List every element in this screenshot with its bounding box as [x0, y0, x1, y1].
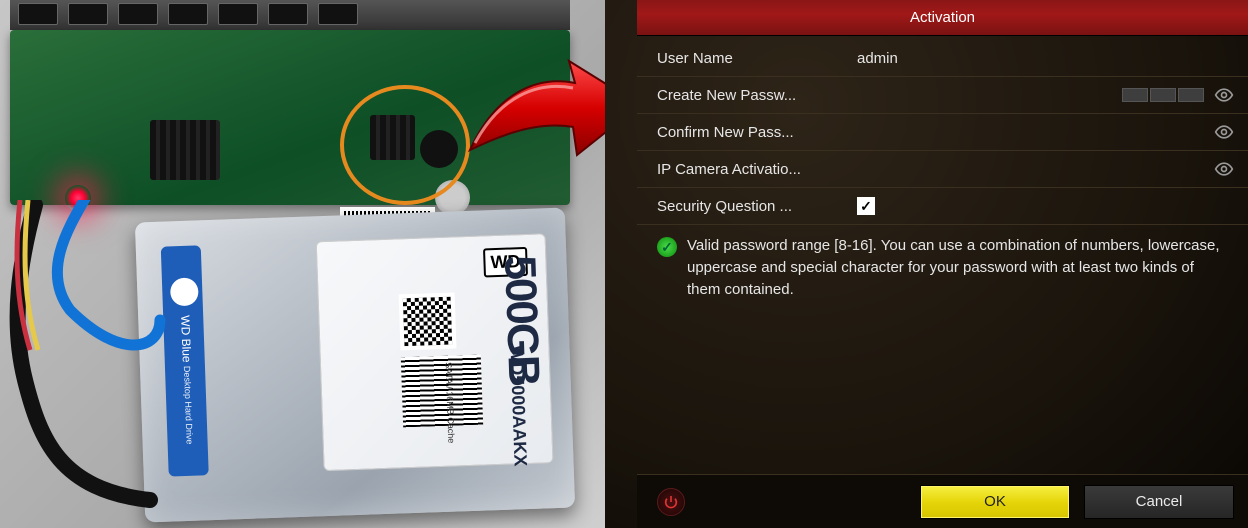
password-hint: ✓ Valid password range [8-16]. You can u…: [637, 225, 1248, 310]
check-icon: ✓: [860, 198, 872, 215]
activation-screen: Activation User Name admin Create New Pa…: [605, 0, 1248, 528]
power-led: [65, 185, 91, 211]
row-confirm-password[interactable]: Confirm New Pass...: [637, 114, 1248, 151]
hard-drive: WD Blue Desktop Hard Drive WD 500GB WD50…: [135, 208, 575, 523]
hdd-label-sticker: WD 500GB WD5000AAKX SATA / 16MB Cache: [316, 233, 554, 471]
password-hint-text: Valid password range [8-16]. You can use…: [687, 235, 1230, 300]
username-label: User Name: [657, 50, 857, 67]
hardware-photo: WD Blue Desktop Hard Drive WD 500GB WD50…: [0, 0, 605, 528]
row-ipcam-activation[interactable]: IP Camera Activatio...: [637, 151, 1248, 188]
create-password-label: Create New Passw...: [657, 87, 857, 104]
activation-dialog: Activation User Name admin Create New Pa…: [637, 0, 1248, 528]
dialog-title: Activation: [637, 0, 1248, 36]
confirm-password-label: Confirm New Pass...: [657, 124, 857, 141]
password-strength-meter: [1122, 88, 1204, 102]
hdd-series-strip: WD Blue Desktop Hard Drive: [161, 245, 209, 476]
security-question-checkbox[interactable]: ✓: [857, 197, 875, 215]
power-button[interactable]: [657, 488, 685, 516]
row-create-password[interactable]: Create New Passw...: [637, 77, 1248, 114]
annotation-circle: [340, 85, 470, 205]
rear-io-ports: [10, 0, 570, 30]
eye-icon[interactable]: [1214, 122, 1234, 142]
row-username: User Name admin: [637, 40, 1248, 77]
dvr-mainboard: [10, 30, 570, 205]
cancel-button[interactable]: Cancel: [1084, 485, 1234, 519]
eye-icon[interactable]: [1214, 159, 1234, 179]
heatsink: [150, 120, 220, 180]
check-circle-icon: ✓: [657, 237, 677, 257]
hdd-model: WD5000AAKX: [505, 345, 530, 467]
username-value: admin: [857, 50, 1234, 67]
hdd-series-label: WD Blue: [178, 315, 194, 363]
row-security-question[interactable]: Security Question ... ✓: [637, 188, 1248, 225]
barcode: [401, 355, 483, 428]
security-question-label: Security Question ...: [657, 198, 857, 215]
activation-form: User Name admin Create New Passw... Conf…: [637, 36, 1248, 310]
dialog-footer: OK Cancel: [637, 474, 1248, 528]
ipcam-label: IP Camera Activatio...: [657, 161, 857, 178]
qr-code: [399, 292, 457, 350]
eye-icon[interactable]: [1214, 85, 1234, 105]
hdd-series-sub: Desktop Hard Drive: [182, 365, 195, 444]
ok-button[interactable]: OK: [920, 485, 1070, 519]
